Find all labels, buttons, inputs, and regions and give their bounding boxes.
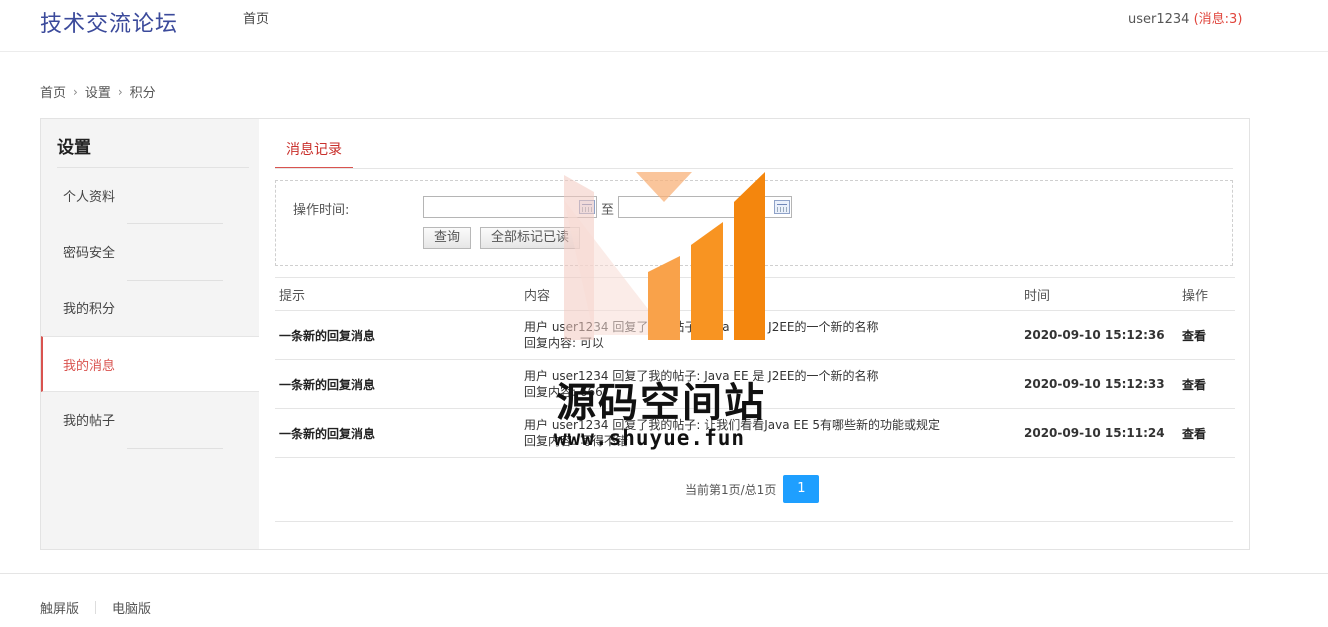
footer-separator: [95, 601, 97, 614]
message-time: 2020-09-10 15:12:36: [1020, 310, 1178, 360]
footer-divider: [0, 573, 1328, 574]
sidebar-item-password[interactable]: 密码安全: [41, 224, 259, 280]
watermark-text: 源码空间站: [556, 380, 766, 426]
sidebar-item-label: 个人资料: [63, 190, 116, 205]
pagination: 当前第1页/总1页 1: [685, 475, 820, 503]
nav-home-link[interactable]: 首页: [243, 8, 269, 27]
footer: 触屏版 电脑版: [40, 598, 151, 617]
settings-sidebar: 设置 个人资料 密码安全 我的积分 我的消息 我的帖子: [41, 119, 259, 549]
column-header-time: 时间: [1020, 277, 1178, 311]
pager-divider: [275, 521, 1233, 522]
watermark-logo-icon: [564, 172, 765, 340]
sidebar-item-label: 密码安全: [63, 246, 116, 261]
breadcrumb: 首页 › 设置 › 积分: [40, 82, 156, 102]
pc-version-link[interactable]: 电脑版: [112, 598, 151, 617]
breadcrumb-separator-icon: ›: [117, 84, 123, 99]
message-op: 查看: [1178, 310, 1235, 360]
sidebar-item-label: 我的帖子: [63, 414, 116, 429]
operation-time-label: 操作时间:: [293, 203, 350, 218]
touch-version-link[interactable]: 触屏版: [40, 598, 79, 617]
message-tip: 一条新的回复消息: [275, 359, 520, 409]
top-header: 技术交流论坛 首页 user1234 (消息:3): [0, 0, 1328, 52]
messages-count-link[interactable]: (消息:3): [1194, 12, 1243, 27]
sidebar-item-messages[interactable]: 我的消息: [41, 336, 259, 392]
sidebar-item-posts[interactable]: 我的帖子: [41, 392, 259, 448]
sidebar-item-points[interactable]: 我的积分: [41, 280, 259, 336]
message-op: 查看: [1178, 408, 1235, 458]
message-time: 2020-09-10 15:12:33: [1020, 359, 1178, 409]
column-header-tip: 提示: [275, 277, 520, 311]
breadcrumb-current: 积分: [129, 86, 156, 101]
message-tip: 一条新的回复消息: [275, 310, 520, 360]
breadcrumb-settings[interactable]: 设置: [85, 82, 111, 101]
view-link[interactable]: 查看: [1182, 427, 1206, 441]
watermark-url: www.shuyue.fun: [554, 426, 746, 450]
breadcrumb-home[interactable]: 首页: [40, 82, 66, 101]
username-link[interactable]: user1234: [1128, 12, 1189, 27]
query-button[interactable]: 查询: [423, 227, 472, 249]
breadcrumb-separator-icon: ›: [73, 84, 78, 99]
tab-underline-divider: [275, 168, 1233, 169]
column-header-op: 操作: [1178, 277, 1235, 311]
message-tip: 一条新的回复消息: [275, 408, 520, 458]
sidebar-title: 设置: [57, 138, 91, 158]
tab-message-records[interactable]: 消息记录: [275, 139, 353, 169]
page-button-current[interactable]: 1: [783, 475, 820, 503]
page-info: 当前第1页/总1页: [685, 482, 777, 497]
watermark-overlay: 源码空间站 www.shuyue.fun: [548, 170, 788, 452]
message-time: 2020-09-10 15:11:24: [1020, 408, 1178, 458]
site-logo[interactable]: 技术交流论坛: [40, 6, 178, 38]
sidebar-item-label: 我的积分: [63, 302, 116, 317]
message-op: 查看: [1178, 359, 1235, 409]
view-link[interactable]: 查看: [1182, 329, 1206, 343]
sidebar-item-label: 我的消息: [63, 359, 116, 374]
sidebar-item-profile[interactable]: 个人资料: [41, 168, 259, 224]
view-link[interactable]: 查看: [1182, 378, 1206, 392]
sidebar-item-divider: [127, 448, 223, 449]
user-bar: user1234 (消息:3): [1128, 8, 1242, 27]
